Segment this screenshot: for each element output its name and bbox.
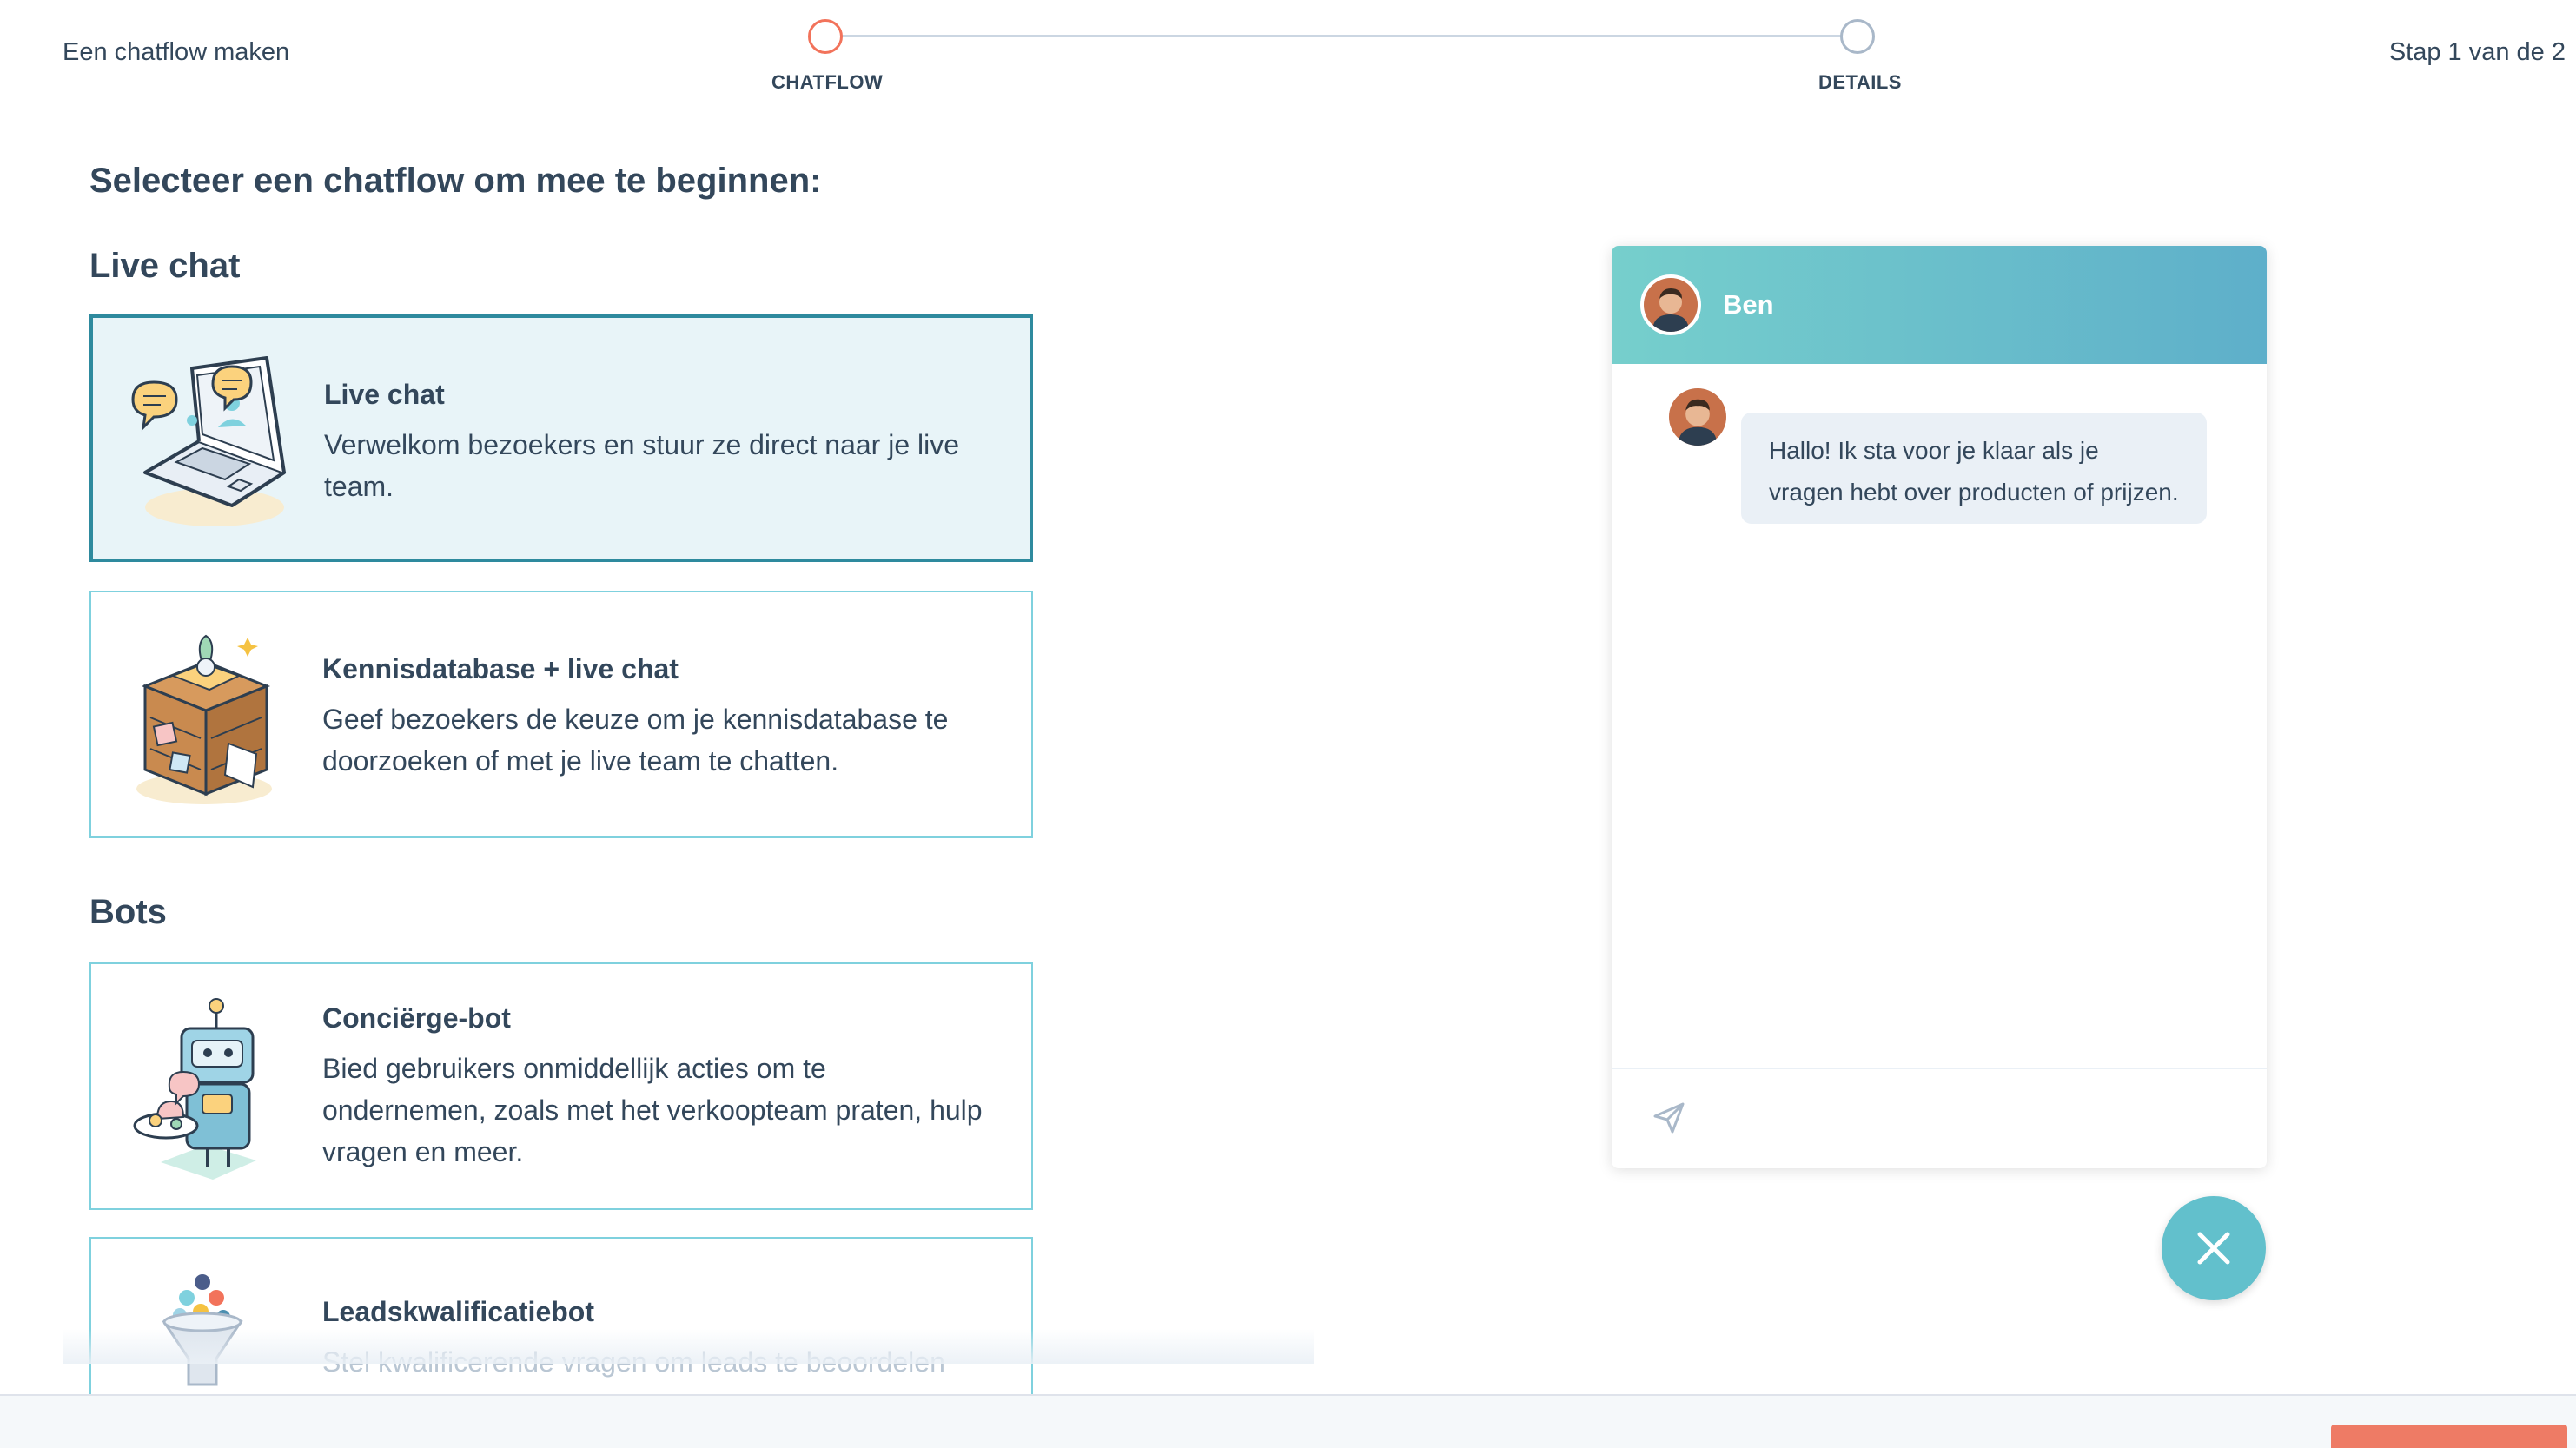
chat-input-divider: [1612, 1068, 2267, 1069]
step-chatflow-label: CHATFLOW: [771, 71, 884, 93]
card-title: Kennisdatabase + live chat: [322, 653, 679, 684]
step-details-indicator: [1840, 19, 1875, 54]
card-description: Geef bezoekers de keuze om je kennisdata…: [322, 704, 949, 777]
agent-avatar-image: [1644, 278, 1698, 332]
section-heading-bots: Bots: [89, 893, 167, 931]
step-counter: Stap 1 van de 2: [2388, 38, 2566, 66]
message-avatar: [1669, 388, 1726, 446]
close-icon: [2197, 1232, 2230, 1265]
chatflow-card-concierge-bot[interactable]: Conciërge-bot Bied gebruikers onmiddelli…: [89, 962, 1033, 1210]
agent-avatar: [1640, 274, 1701, 335]
page-heading: Selecteer een chatflow om mee te beginne…: [89, 162, 822, 200]
message-avatar-image: [1669, 388, 1726, 446]
knowledge-cabinet-illustration: [136, 634, 272, 804]
chatflow-card-knowledge-base-live-chat[interactable]: Kennisdatabase + live chat Geef bezoeker…: [89, 591, 1033, 838]
paper-plane-icon: [1653, 1102, 1685, 1134]
step-details-label: DETAILS: [1818, 71, 1902, 93]
list-scroll-fade: [63, 1329, 1314, 1364]
stepper-line: [841, 35, 1858, 37]
concierge-robot-illustration: [133, 998, 256, 1180]
chat-preview-widget: Ben Hallo! Ik sta voor je klaar als je v…: [1612, 246, 2267, 1168]
agent-name: Ben: [1723, 289, 1774, 320]
card-title: Leadskwalificatiebot: [322, 1296, 594, 1327]
next-button[interactable]: [2331, 1425, 2567, 1448]
close-chat-button[interactable]: [2162, 1196, 2266, 1300]
card-description: Verwelkom bezoekers en stuur ze direct n…: [324, 429, 960, 502]
card-title: Live chat: [324, 379, 445, 410]
chat-message-bubble: Hallo! Ik sta voor je klaar als je vrage…: [1741, 413, 2207, 524]
progress-stepper: CHATFLOW DETAILS: [0, 0, 2576, 104]
card-title: Conciërge-bot: [322, 1002, 511, 1034]
chat-preview-header: Ben: [1612, 246, 2267, 364]
section-heading-live-chat: Live chat: [89, 247, 241, 285]
footer-bar: [0, 1394, 2576, 1448]
chatflow-card-live-chat[interactable]: Live chat Verwelkom bezoekers en stuur z…: [89, 314, 1033, 562]
card-description: Bied gebruikers onmiddellijk acties om t…: [322, 1053, 983, 1167]
laptop-chat-illustration: [131, 356, 286, 526]
step-chatflow-indicator: [808, 19, 843, 54]
